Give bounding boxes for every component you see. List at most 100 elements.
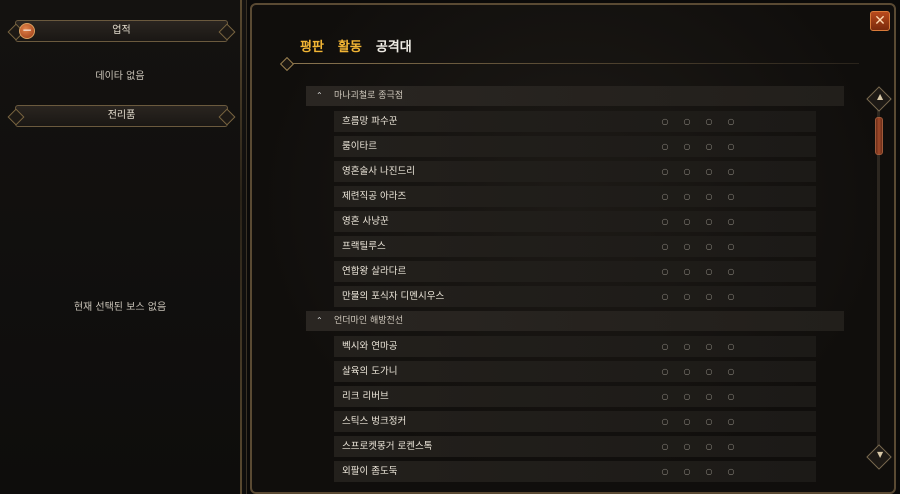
boss-name: 연합왕 살라다르: [342, 266, 407, 277]
boss-name: 살육의 도가니: [342, 366, 398, 377]
difficulty-marks: ○ ○ ○ ○: [660, 461, 736, 482]
difficulty-marks: ○ ○ ○ ○: [660, 211, 736, 232]
no-boss-selected-text: 현재 선택된 보스 없음: [73, 302, 167, 313]
difficulty-mark: ○: [661, 217, 669, 226]
boss-name: 벡시와 연마공: [342, 341, 398, 352]
difficulty-mark: ○: [727, 242, 735, 251]
boss-name: 외팔이 좀도둑: [342, 466, 398, 477]
scroll-down-button[interactable]: ▼: [866, 444, 892, 470]
boss-name: 영혼 사냥꾼: [342, 216, 389, 227]
difficulty-mark: ○: [683, 342, 691, 351]
caret-down-icon: ▼: [877, 450, 884, 460]
achievements-header[interactable]: − 업적: [15, 20, 228, 42]
boss-row[interactable]: 프랙틸루스 ○ ○ ○ ○: [334, 236, 816, 257]
difficulty-mark: ○: [683, 267, 691, 276]
boss-row[interactable]: 영혼술사 나진드리 ○ ○ ○ ○: [334, 161, 816, 182]
boss-row[interactable]: 스프로켓몽거 로켄스톡 ○ ○ ○ ○: [334, 436, 816, 457]
group-header[interactable]: ⌃ 마나괴철로 종극점: [306, 86, 844, 106]
difficulty-mark: ○: [683, 192, 691, 201]
difficulty-mark: ○: [683, 442, 691, 451]
boss-row[interactable]: 영혼 사냥꾼 ○ ○ ○ ○: [334, 211, 816, 232]
difficulty-mark: ○: [727, 192, 735, 201]
scrollbar-track[interactable]: [877, 110, 880, 455]
boss-name: 룸이타르: [342, 141, 377, 152]
difficulty-mark: ○: [727, 217, 735, 226]
group-header[interactable]: ⌃ 언더마인 해방전선: [306, 311, 844, 331]
difficulty-mark: ○: [705, 392, 713, 401]
boss-name: 흐름망 파수꾼: [342, 116, 398, 127]
tab-bar: 평판 활동 공격대: [300, 36, 412, 55]
boss-name: 리크 리버브: [342, 391, 389, 402]
difficulty-mark: ○: [705, 467, 713, 476]
boss-row[interactable]: 흐름망 파수꾼 ○ ○ ○ ○: [334, 111, 816, 132]
boss-row[interactable]: 리크 리버브 ○ ○ ○ ○: [334, 386, 816, 407]
caret-up-icon[interactable]: ⌃: [316, 86, 323, 106]
right-panel: ✕ 평판 활동 공격대 ⌃ 마나괴철로 종극점 흐름망 파수꾼 ○ ○ ○ ○ 룸이타르 ○ ○ ○…: [250, 3, 896, 494]
minus-icon[interactable]: −: [19, 23, 35, 39]
difficulty-mark: ○: [661, 167, 669, 176]
boss-row[interactable]: 벡시와 연마공 ○ ○ ○ ○: [334, 336, 816, 357]
difficulty-mark: ○: [705, 167, 713, 176]
difficulty-marks: ○ ○ ○ ○: [660, 336, 736, 357]
difficulty-mark: ○: [661, 117, 669, 126]
tab-reputation[interactable]: 평판: [300, 36, 324, 55]
difficulty-mark: ○: [727, 167, 735, 176]
difficulty-mark: ○: [727, 142, 735, 151]
difficulty-marks: ○ ○ ○ ○: [660, 236, 736, 257]
boss-name: 스프로켓몽거 로켄스톡: [342, 441, 433, 452]
difficulty-marks: ○ ○ ○ ○: [660, 411, 736, 432]
difficulty-mark: ○: [727, 467, 735, 476]
boss-row[interactable]: 만물의 포식자 디멘시우스 ○ ○ ○ ○: [334, 286, 816, 307]
difficulty-marks: ○ ○ ○ ○: [660, 386, 736, 407]
group-name: 마나괴철로 종극점: [334, 91, 404, 101]
difficulty-marks: ○ ○ ○ ○: [660, 111, 736, 132]
close-icon[interactable]: ✕: [870, 11, 890, 31]
difficulty-mark: ○: [683, 367, 691, 376]
difficulty-mark: ○: [661, 267, 669, 276]
difficulty-marks: ○ ○ ○ ○: [660, 136, 736, 157]
difficulty-mark: ○: [727, 342, 735, 351]
trophy-header-label: 전리품: [107, 110, 136, 121]
difficulty-mark: ○: [683, 392, 691, 401]
boss-name: 영혼술사 나진드리: [342, 166, 415, 177]
group-name: 언더마인 해방전선: [334, 316, 404, 326]
boss-name: 제련직공 아라즈: [342, 191, 407, 202]
difficulty-mark: ○: [683, 242, 691, 251]
difficulty-mark: ○: [727, 367, 735, 376]
boss-row[interactable]: 제련직공 아라즈 ○ ○ ○ ○: [334, 186, 816, 207]
difficulty-mark: ○: [705, 442, 713, 451]
difficulty-mark: ○: [727, 292, 735, 301]
tab-activity[interactable]: 활동: [338, 36, 362, 55]
boss-row[interactable]: 룸이타르 ○ ○ ○ ○: [334, 136, 816, 157]
difficulty-mark: ○: [661, 417, 669, 426]
boss-row[interactable]: 외팔이 좀도둑 ○ ○ ○ ○: [334, 461, 816, 482]
boss-row[interactable]: 연합왕 살라다르 ○ ○ ○ ○: [334, 261, 816, 282]
difficulty-mark: ○: [683, 292, 691, 301]
difficulty-marks: ○ ○ ○ ○: [660, 286, 736, 307]
difficulty-mark: ○: [705, 117, 713, 126]
difficulty-marks: ○ ○ ○ ○: [660, 161, 736, 182]
caret-up-icon[interactable]: ⌃: [316, 311, 323, 331]
trophy-header[interactable]: 전리품: [15, 105, 228, 127]
difficulty-mark: ○: [705, 417, 713, 426]
difficulty-mark: ○: [727, 442, 735, 451]
boss-row[interactable]: 살육의 도가니 ○ ○ ○ ○: [334, 361, 816, 382]
difficulty-mark: ○: [727, 267, 735, 276]
scrollbar-thumb[interactable]: [875, 117, 883, 155]
difficulty-mark: ○: [661, 142, 669, 151]
difficulty-mark: ○: [727, 417, 735, 426]
tab-raid[interactable]: 공격대: [376, 36, 412, 55]
difficulty-mark: ○: [705, 217, 713, 226]
difficulty-mark: ○: [705, 192, 713, 201]
no-data-text: 데이타 없음: [95, 71, 145, 82]
boss-name: 스틱스 벙크정커: [342, 416, 407, 427]
scroll-up-button[interactable]: ▲: [866, 86, 892, 112]
difficulty-mark: ○: [661, 242, 669, 251]
difficulty-mark: ○: [661, 367, 669, 376]
difficulty-mark: ○: [705, 367, 713, 376]
boss-name: 만물의 포식자 디멘시우스: [342, 291, 445, 302]
achievements-header-label: 업적: [112, 25, 131, 36]
difficulty-mark: ○: [683, 167, 691, 176]
boss-row[interactable]: 스틱스 벙크정커 ○ ○ ○ ○: [334, 411, 816, 432]
difficulty-marks: ○ ○ ○ ○: [660, 261, 736, 282]
